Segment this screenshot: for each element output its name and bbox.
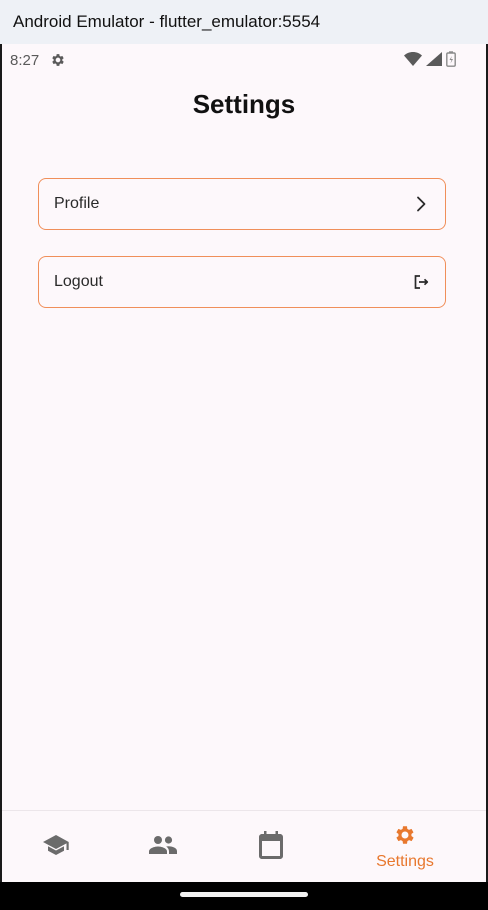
gear-icon <box>52 54 64 66</box>
phone-screen: 8:27 Settings Profile Logout Settings <box>2 44 486 882</box>
school-icon <box>43 835 69 855</box>
window-title: Android Emulator - flutter_emulator:5554 <box>0 0 488 44</box>
status-time: 8:27 <box>10 52 40 69</box>
chevron-right-icon <box>417 196 426 212</box>
nav-item-people[interactable] <box>112 811 212 882</box>
page-title: Settings <box>192 89 296 119</box>
wifi-icon <box>404 52 422 66</box>
nav-label-settings: Settings <box>376 853 434 870</box>
bottom-navigation: Settings <box>2 810 486 882</box>
profile-button[interactable]: Profile <box>38 178 446 230</box>
logout-icon <box>414 275 429 289</box>
gear-icon <box>396 826 414 844</box>
logout-label: Logout <box>54 273 103 290</box>
nav-item-calendar[interactable] <box>220 811 320 882</box>
people-icon <box>149 836 177 854</box>
gesture-navigation-bar <box>0 882 488 910</box>
nav-item-courses[interactable] <box>4 811 104 882</box>
profile-label: Profile <box>54 195 100 212</box>
logout-button[interactable]: Logout <box>38 256 446 308</box>
home-gesture-handle[interactable] <box>180 892 308 897</box>
cellular-signal-icon <box>426 52 442 66</box>
nav-item-settings[interactable]: Settings <box>355 811 455 882</box>
battery-icon <box>446 51 456 67</box>
calendar-icon <box>259 831 283 859</box>
status-bar: 8:27 <box>2 44 486 76</box>
